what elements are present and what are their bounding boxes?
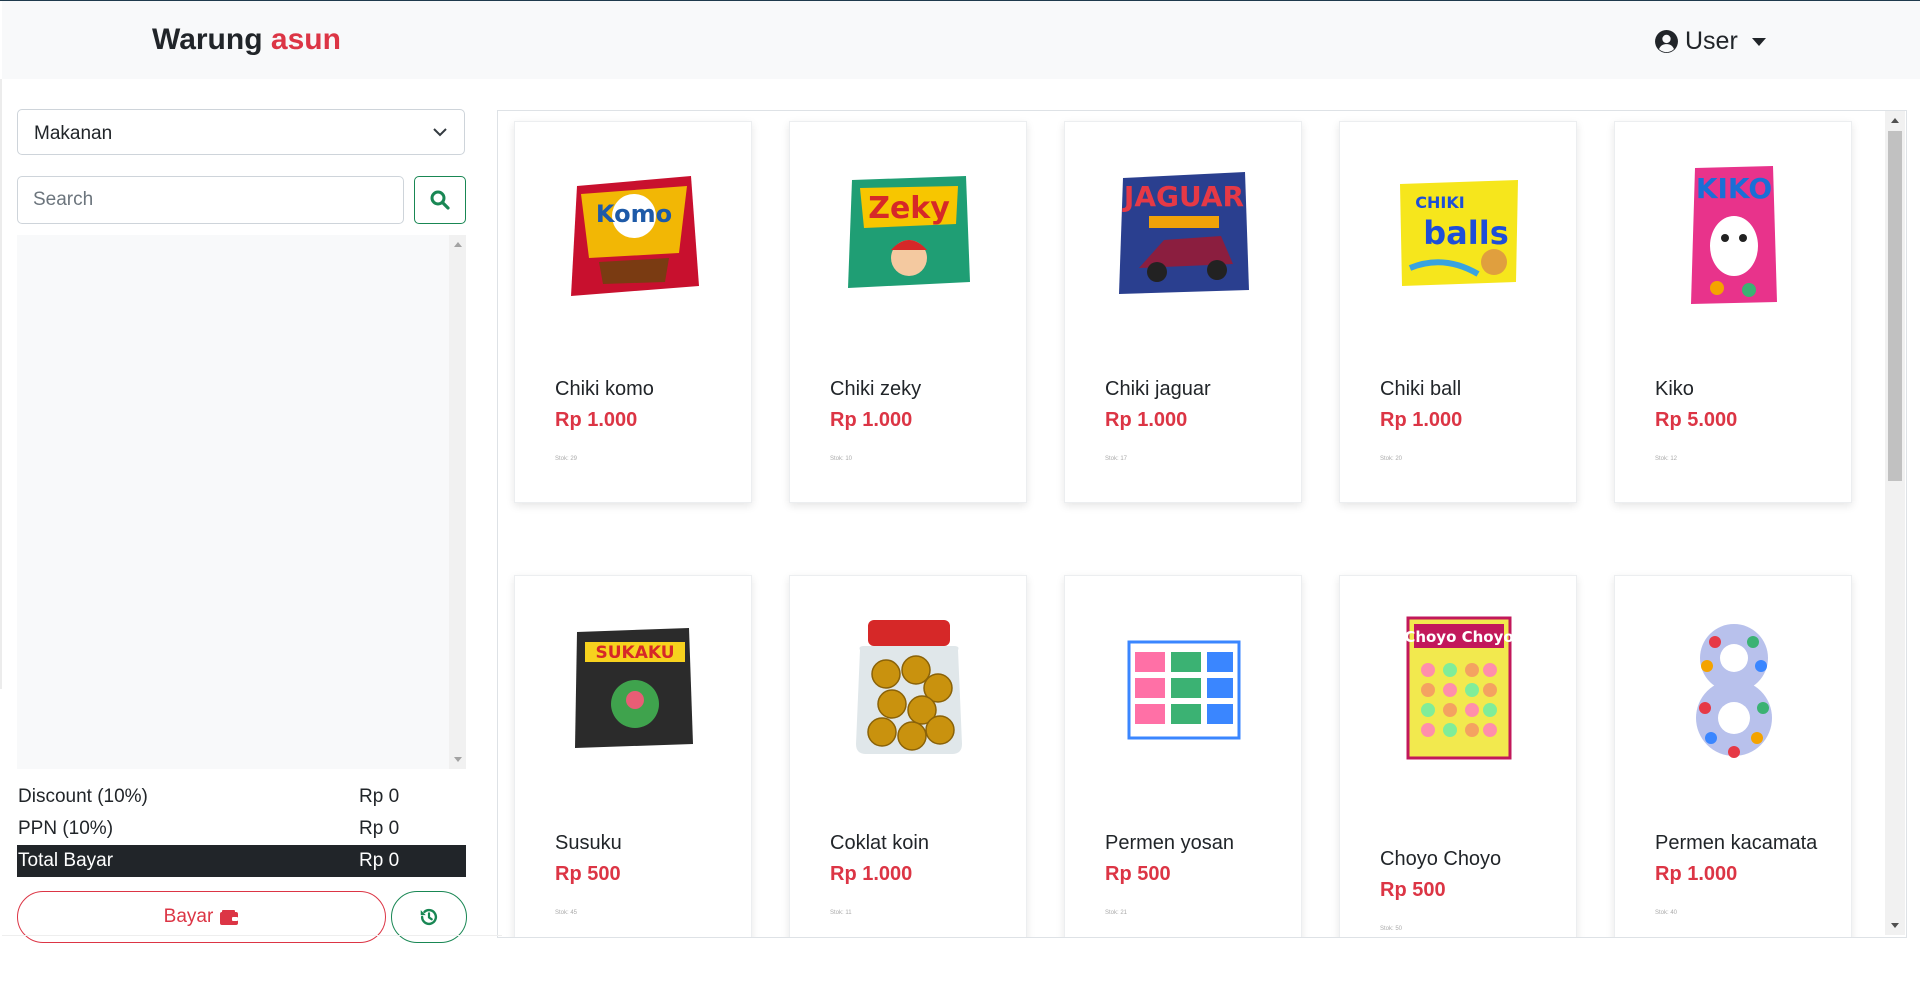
- product-card[interactable]: Coklat koin Rp 1.000 Stok: 11: [789, 575, 1027, 937]
- chiki-ball-image: CHIKI balls: [1370, 144, 1548, 322]
- cart-list[interactable]: [17, 235, 466, 769]
- product-grid[interactable]: Komo Chiki komo Rp 1.000 Stok: 29 Zeky Chiki …: [497, 110, 1907, 938]
- product-card[interactable]: CHIKI balls Chiki ball Rp 1.000 Stok: 20: [1339, 121, 1577, 503]
- susuku-image: SUKAKU: [545, 598, 723, 776]
- product-price: Rp 1.000: [1380, 409, 1463, 431]
- category-select[interactable]: Makanan: [17, 109, 465, 155]
- product-name: Choyo Choyo: [1380, 848, 1502, 870]
- product-price: Rp 500: [1105, 863, 1171, 885]
- product-name: Kiko: [1655, 378, 1694, 400]
- brand-name: Warung: [152, 23, 263, 56]
- brand-accent: asun: [270, 23, 341, 56]
- product-stock: Stok: 21: [1105, 910, 1128, 916]
- bottom-divider: [2, 935, 502, 936]
- product-name: Chiki ball: [1380, 378, 1462, 400]
- product-name: Chiki komo: [555, 378, 654, 400]
- product-stock: Stok: 45: [555, 910, 578, 916]
- svg-text:Zeky: Zeky: [868, 191, 950, 226]
- product-stock: Stok: 20: [1380, 456, 1403, 462]
- product-name: Coklat koin: [830, 832, 929, 854]
- coklat-koin-image: [820, 598, 998, 776]
- discount-label: Discount (10%): [18, 786, 148, 807]
- product-name: Permen kacamata: [1655, 832, 1818, 854]
- pay-button-label: Bayar: [163, 906, 214, 927]
- search-button[interactable]: [414, 176, 466, 224]
- discount-value: Rp 0: [359, 786, 400, 807]
- left-edge: [0, 79, 2, 689]
- user-menu-toggle[interactable]: User: [1654, 27, 1766, 56]
- product-card[interactable]: KIKO Kiko Rp 5.000 Stok: 12: [1614, 121, 1852, 503]
- cart-scrollbar[interactable]: [449, 235, 466, 769]
- product-card[interactable]: Komo Chiki komo Rp 1.000 Stok: 29: [514, 121, 752, 503]
- permen-kacamata-image: [1645, 598, 1823, 776]
- product-name: Chiki zeky: [830, 378, 922, 400]
- history-icon: [420, 908, 438, 926]
- product-name: Permen yosan: [1105, 832, 1234, 854]
- category-select-value: Makanan: [34, 123, 113, 144]
- svg-text:KIKO: KIKO: [1696, 172, 1772, 205]
- kiko-image: KIKO: [1645, 144, 1823, 322]
- svg-text:CHIKI: CHIKI: [1415, 193, 1464, 212]
- totals-table: Discount (10%) Rp 0 PPN (10%) Rp 0 Total B…: [17, 781, 466, 877]
- chiki-zeky-image: Zeky: [820, 144, 998, 322]
- ppn-value: Rp 0: [359, 818, 400, 839]
- scroll-down-icon: [1891, 923, 1899, 928]
- svg-text:JAGUAR: JAGUAR: [1122, 180, 1244, 213]
- product-price: Rp 1.000: [1655, 863, 1738, 885]
- search-icon: [430, 190, 450, 210]
- ppn-label: PPN (10%): [18, 818, 114, 839]
- caret-down-icon: [1751, 37, 1766, 46]
- scrollbar-thumb[interactable]: [1888, 131, 1902, 481]
- product-grid-scrollbar[interactable]: [1885, 111, 1905, 935]
- total-value: Rp 0: [359, 850, 400, 871]
- product-stock: Stok: 11: [830, 910, 852, 916]
- chevron-down-icon: [433, 128, 447, 137]
- user-menu-label: User: [1685, 27, 1738, 55]
- product-stock: Stok: 29: [555, 456, 578, 462]
- scroll-up-icon: [454, 242, 462, 247]
- product-card[interactable]: SUKAKU Susuku Rp 500 Stok: 45: [514, 575, 752, 937]
- svg-text:balls: balls: [1423, 214, 1508, 252]
- total-row: Total Bayar Rp 0: [17, 845, 466, 877]
- scroll-down-icon: [454, 757, 462, 762]
- product-name: Susuku: [555, 832, 622, 854]
- product-name: Chiki jaguar: [1105, 378, 1211, 400]
- product-price: Rp 5.000: [1655, 409, 1738, 431]
- product-card[interactable]: Zeky Chiki zeky Rp 1.000 Stok: 10: [789, 121, 1027, 503]
- product-price: Rp 1.000: [1105, 409, 1188, 431]
- choyo-choyo-image: Choyo Choyo: [1370, 598, 1548, 776]
- product-price: Rp 500: [1380, 879, 1446, 901]
- wallet-icon: [220, 909, 239, 925]
- svg-text:Choyo Choyo: Choyo Choyo: [1404, 628, 1513, 646]
- product-stock: Stok: 10: [830, 456, 853, 462]
- navbar: Warung asun User: [2, 1, 1920, 79]
- permen-yosan-image: [1095, 598, 1273, 776]
- product-card[interactable]: JAGUAR Chiki jaguar Rp 1.000 Stok: 17: [1064, 121, 1302, 503]
- product-card[interactable]: Choyo Choyo Choyo Choyo Rp 500 Stok: 50: [1339, 575, 1577, 937]
- brand-logo[interactable]: Warung asun: [152, 23, 341, 57]
- scroll-up-icon: [1891, 118, 1899, 123]
- svg-text:Komo: Komo: [596, 200, 672, 228]
- discount-row: Discount (10%) Rp 0: [17, 781, 466, 813]
- ppn-row: PPN (10%) Rp 0: [17, 813, 466, 845]
- product-price: Rp 500: [555, 863, 621, 885]
- user-circle-icon: [1655, 30, 1678, 53]
- product-price: Rp 1.000: [555, 409, 638, 431]
- search-input[interactable]: [17, 176, 404, 224]
- product-stock: Stok: 50: [1380, 926, 1403, 932]
- product-price: Rp 1.000: [830, 863, 913, 885]
- chiki-jaguar-image: JAGUAR: [1095, 144, 1273, 322]
- product-stock: Stok: 40: [1655, 910, 1678, 916]
- product-stock: Stok: 12: [1655, 456, 1678, 462]
- svg-text:SUKAKU: SUKAKU: [595, 643, 674, 663]
- product-card[interactable]: Permen yosan Rp 500 Stok: 21: [1064, 575, 1302, 937]
- product-stock: Stok: 17: [1105, 456, 1128, 462]
- total-label: Total Bayar: [18, 850, 114, 871]
- product-price: Rp 1.000: [830, 409, 913, 431]
- chiki-komo-image: Komo: [545, 144, 723, 322]
- product-card[interactable]: Permen kacamata Rp 1.000 Stok: 40: [1614, 575, 1852, 937]
